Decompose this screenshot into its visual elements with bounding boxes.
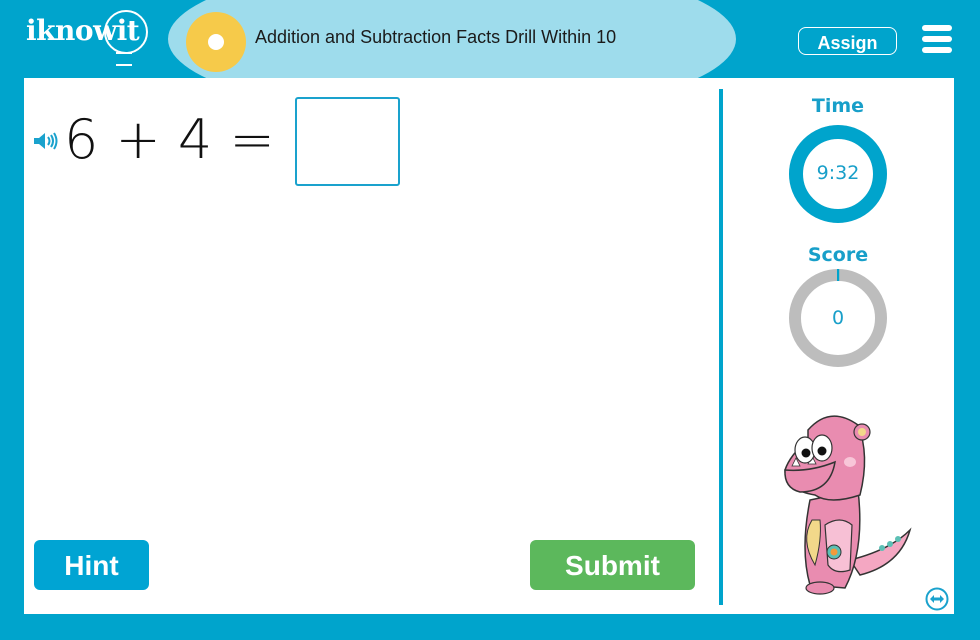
answer-input[interactable] <box>295 97 400 186</box>
score-value: 0 <box>831 307 845 329</box>
panel-divider <box>719 89 723 605</box>
header: iknowit Addition and Subtraction Facts D… <box>0 0 980 78</box>
lesson-disc-dot <box>208 34 224 50</box>
score-label: Score <box>807 244 869 266</box>
assign-button[interactable]: Assign <box>798 27 897 55</box>
submit-button[interactable]: Submit <box>530 540 695 590</box>
score-ring-marker <box>837 269 840 281</box>
time-value: 9:32 <box>816 162 860 184</box>
hint-button[interactable]: Hint <box>34 540 149 590</box>
page-title: Addition and Subtraction Facts Drill Wit… <box>255 27 617 47</box>
iknowit-logo[interactable]: iknowit <box>26 10 148 66</box>
monster-mascot <box>784 415 912 595</box>
question-text: 6 + 4 = <box>64 108 275 171</box>
swap-horizontal-icon[interactable] <box>925 587 949 611</box>
speaker-icon[interactable] <box>33 131 59 151</box>
lightbulb-base-icon <box>116 52 132 66</box>
time-label: Time <box>811 95 865 117</box>
hamburger-menu-icon[interactable] <box>922 25 952 53</box>
lightbulb-icon <box>104 10 148 54</box>
